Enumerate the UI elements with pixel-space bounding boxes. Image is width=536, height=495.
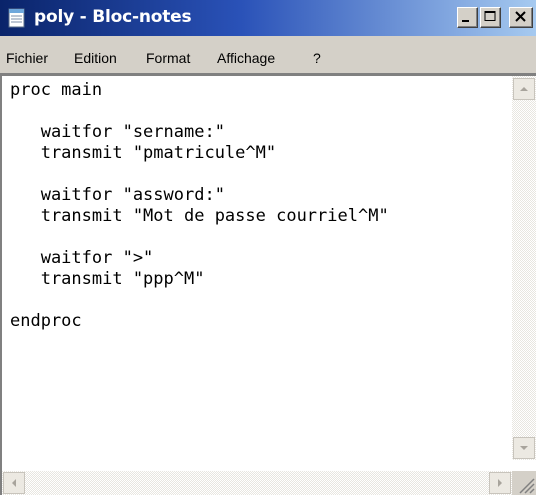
right-arrow-icon: [498, 479, 502, 487]
minimize-button[interactable]: [457, 7, 478, 28]
title-bar[interactable]: poly - Bloc-notes: [0, 0, 536, 36]
menu-affichage[interactable]: Affichage: [217, 50, 275, 66]
menu-edition[interactable]: Edition: [74, 50, 117, 66]
editor-content[interactable]: proc main waitfor "sername:" transmit "p…: [10, 80, 500, 460]
scroll-up-button[interactable]: [513, 78, 535, 100]
menu-bar: Fichier Edition Format Affichage ?: [0, 36, 536, 74]
menu-help[interactable]: ?: [313, 50, 321, 66]
down-arrow-icon: [520, 446, 528, 450]
minimize-icon: [462, 20, 469, 22]
maximize-button[interactable]: [480, 7, 501, 28]
maximize-icon: [484, 11, 496, 21]
close-icon: [515, 11, 526, 22]
resize-grip-icon: [519, 478, 535, 494]
vertical-scrollbar[interactable]: [512, 76, 536, 460]
close-button[interactable]: [509, 7, 533, 28]
menu-fichier[interactable]: Fichier: [6, 50, 48, 66]
scroll-left-button[interactable]: [3, 472, 25, 494]
up-arrow-icon: [520, 87, 528, 91]
size-grip[interactable]: [512, 471, 536, 495]
notepad-icon: [8, 8, 25, 28]
text-editor[interactable]: proc main waitfor "sername:" transmit "p…: [0, 74, 536, 495]
horizontal-scrollbar[interactable]: [2, 471, 512, 495]
scroll-down-button[interactable]: [513, 437, 535, 459]
menu-format[interactable]: Format: [146, 50, 190, 66]
scroll-right-button[interactable]: [489, 472, 511, 494]
notepad-window: poly - Bloc-notes Fichier Edition Format…: [0, 0, 536, 495]
window-title: poly - Bloc-notes: [34, 7, 192, 27]
left-arrow-icon: [12, 479, 16, 487]
